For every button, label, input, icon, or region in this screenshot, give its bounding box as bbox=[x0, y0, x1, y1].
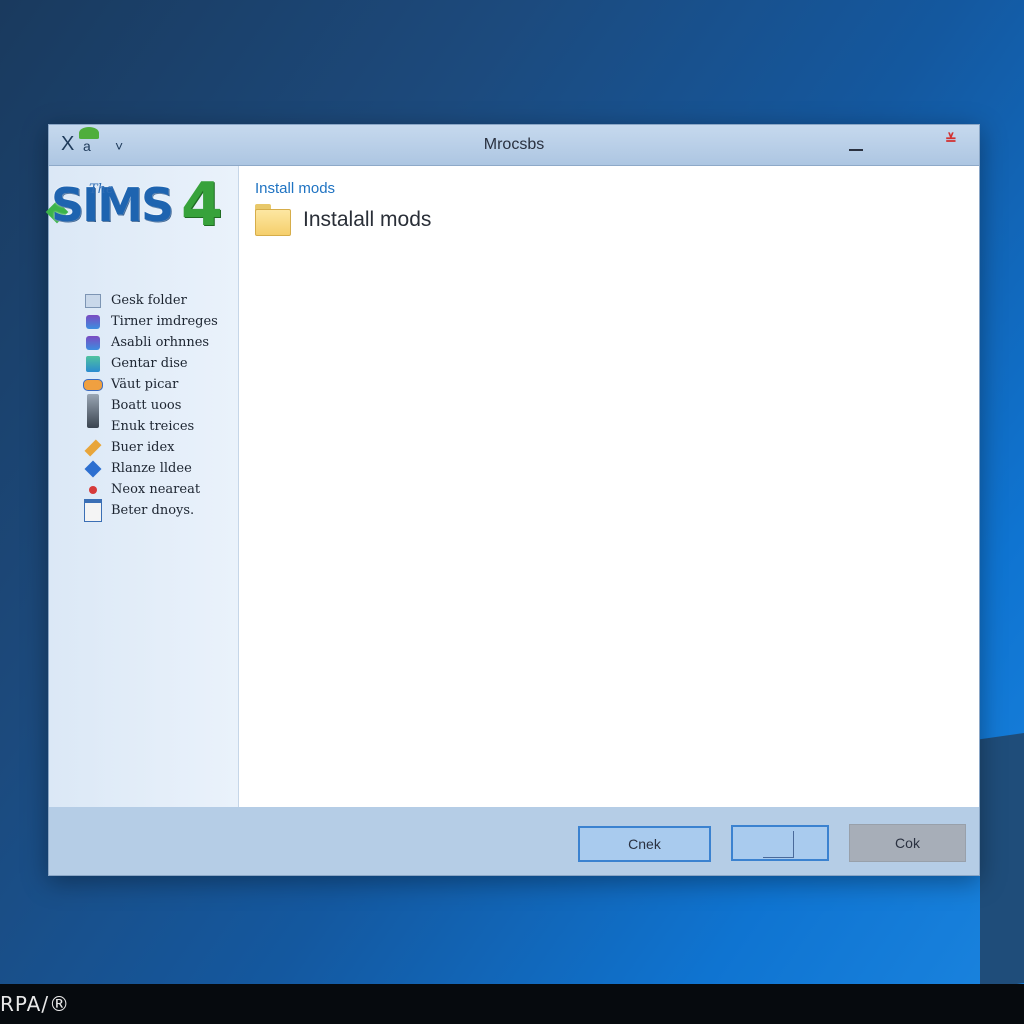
sidebar-item[interactable]: Väut picar bbox=[83, 374, 218, 395]
title-bar[interactable]: X a ˅ Mrocsbs ≚ bbox=[49, 125, 979, 166]
button-inner-box bbox=[763, 831, 794, 858]
gem-icon bbox=[83, 460, 103, 478]
dialog-footer: Cnek Cok bbox=[49, 808, 979, 875]
folder-icon bbox=[255, 204, 291, 236]
sidebar-item[interactable]: Enuk treices bbox=[83, 416, 218, 437]
sidebar-item[interactable]: Buer idex bbox=[83, 437, 218, 458]
check-button[interactable]: Cnek bbox=[578, 826, 711, 862]
sidebar: SIMS The 4 Gesk folder Tirner imdreges A… bbox=[45, 166, 239, 807]
sidebar-item[interactable]: Gesk folder bbox=[83, 290, 218, 311]
install-mods-dialog: X a ˅ Mrocsbs ≚ SIMS The 4 Gesk folder T… bbox=[45, 124, 980, 876]
sidebar-item-label: Rlanze lldee bbox=[111, 461, 192, 476]
sidebar-item-label: Gentar dise bbox=[111, 356, 188, 371]
taskbar-label: RPA/® bbox=[0, 992, 71, 1016]
pen-icon bbox=[83, 439, 103, 457]
phone-icon bbox=[83, 418, 103, 436]
taskbar: RPA/® bbox=[0, 984, 1024, 1024]
content-pane: Install mods Instalall mods bbox=[239, 166, 979, 807]
sidebar-list: Gesk folder Tirner imdreges Asabli orhnn… bbox=[83, 290, 218, 522]
close-icon[interactable]: ≚ bbox=[945, 131, 963, 147]
sidebar-item-label: Tirner imdreges bbox=[111, 314, 218, 329]
calendar-icon bbox=[83, 499, 103, 522]
vial-icon bbox=[83, 376, 103, 394]
phone-icon bbox=[83, 393, 103, 428]
sidebar-item[interactable]: Tirner imdreges bbox=[83, 311, 218, 332]
sidebar-item[interactable]: Asabli orhnnes bbox=[83, 332, 218, 353]
sidebar-item-label: Väut picar bbox=[111, 377, 179, 392]
ok-button[interactable]: Cok bbox=[849, 824, 966, 862]
desktop-background-panel bbox=[980, 730, 1024, 990]
logo-four-text: 4 bbox=[181, 170, 223, 240]
sidebar-item-label: Asabli orhnnes bbox=[111, 335, 210, 350]
tools-icon bbox=[83, 334, 103, 352]
bucket-icon bbox=[83, 355, 103, 373]
sidebar-item[interactable]: Neox neareat bbox=[83, 479, 218, 500]
sidebar-item[interactable]: Beter dnoys. bbox=[83, 499, 218, 522]
sidebar-item-label: Beter dnoys. bbox=[111, 503, 195, 518]
sidebar-item[interactable]: Gentar dise bbox=[83, 353, 218, 374]
sidebar-item-label: Gesk folder bbox=[111, 293, 187, 308]
minimize-icon[interactable] bbox=[849, 149, 863, 151]
sidebar-item-label: Enuk treices bbox=[111, 419, 195, 434]
sidebar-item-label: Buer idex bbox=[111, 440, 175, 455]
folder-item[interactable]: Instalall mods bbox=[255, 204, 431, 236]
tools-icon bbox=[83, 313, 103, 331]
dot-icon bbox=[83, 481, 103, 499]
sidebar-item[interactable]: Boatt uoos bbox=[83, 393, 218, 428]
sidebar-item-label: Boatt uoos bbox=[111, 398, 182, 413]
page-icon bbox=[83, 292, 103, 310]
sims4-logo: SIMS The 4 bbox=[45, 170, 229, 254]
folder-label: Instalall mods bbox=[303, 208, 432, 231]
breadcrumb[interactable]: Install mods bbox=[255, 180, 335, 197]
sidebar-item-label: Neox neareat bbox=[111, 482, 201, 497]
logo-the-text: The bbox=[89, 182, 114, 197]
blank-button[interactable] bbox=[731, 825, 829, 861]
sidebar-item[interactable]: Rlanze lldee bbox=[83, 458, 218, 479]
window-title: Mrocsbs bbox=[483, 136, 545, 153]
